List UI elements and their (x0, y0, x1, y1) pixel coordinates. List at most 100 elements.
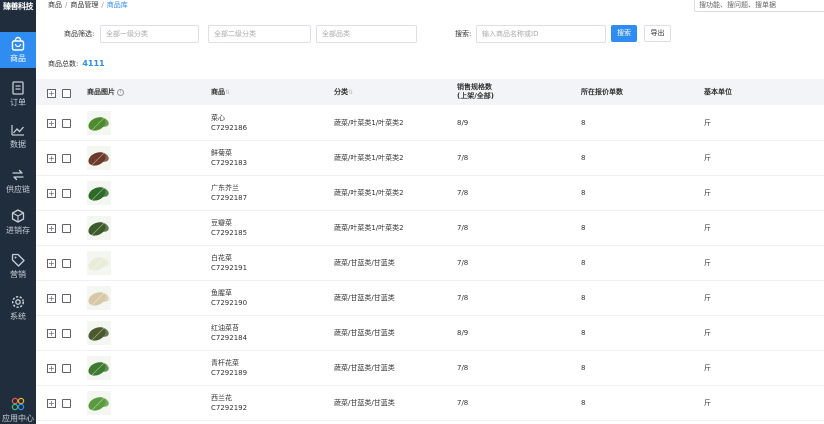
base-unit: 斤 (704, 329, 711, 337)
base-unit: 斤 (704, 364, 711, 372)
row-checkbox[interactable] (62, 399, 71, 408)
sidebar-item-label: 订单 (10, 98, 26, 107)
sidebar-item-orders[interactable]: 订单 (0, 76, 36, 112)
table-row[interactable]: + 鱼腥草 C7292190 蔬菜/甘蓝类/甘蓝类 7/8 8 斤 (36, 281, 824, 316)
breadcrumb-item[interactable]: 商品管理 (70, 1, 98, 9)
row-checkbox[interactable] (62, 294, 71, 303)
category-level2-input[interactable] (209, 26, 310, 42)
sidebar: 臻善科技 商品 订单 数据 供应链 进销存 营销 系统 应用中心 (0, 0, 36, 424)
column-header-product[interactable]: 商品⇅ (211, 88, 230, 97)
expand-row-button[interactable]: + (47, 189, 56, 198)
product-thumbnail (87, 216, 111, 240)
quote-count: 8 (581, 329, 586, 337)
product-type-input[interactable] (317, 26, 416, 42)
column-header-unit: 基本单位 (704, 88, 732, 96)
table-row[interactable]: + 红油菜苔 C7292184 蔬菜/甘蓝类/甘蓝类 8/9 8 斤 (36, 316, 824, 351)
select-all-checkbox[interactable] (62, 89, 71, 98)
global-search-input[interactable] (695, 0, 824, 11)
product-category: 蔬菜/叶菜类1/叶菜类2 (334, 119, 404, 127)
product-code: C7292184 (211, 334, 248, 342)
box-icon (11, 209, 25, 223)
category-level1-input[interactable] (101, 26, 198, 42)
category-level2-select[interactable] (208, 25, 311, 43)
spec-count: 8/9 (457, 329, 469, 337)
sidebar-item-label: 系统 (10, 312, 26, 321)
bag-icon (11, 36, 25, 51)
keyword-search-input[interactable] (477, 26, 605, 42)
export-button[interactable]: 导出 (644, 25, 671, 42)
row-checkbox[interactable] (62, 329, 71, 338)
sidebar-item-label: 进销存 (6, 226, 30, 235)
expand-row-button[interactable]: + (47, 294, 56, 303)
product-thumbnail (87, 181, 111, 205)
quote-count: 8 (581, 224, 586, 232)
row-checkbox[interactable] (62, 189, 71, 198)
base-unit: 斤 (704, 224, 711, 232)
table-row[interactable]: + 菜心 C7292186 蔬菜/叶菜类1/叶菜类2 8/9 8 斤 (36, 106, 824, 141)
expand-row-button[interactable]: + (47, 329, 56, 338)
expand-row-button[interactable]: + (47, 364, 56, 373)
product-thumbnail (87, 321, 111, 345)
breadcrumb-item[interactable]: 商品 (48, 1, 62, 9)
product-name: 西兰花 (211, 394, 232, 402)
product-category: 蔬菜/甘蓝类/甘蓝类 (334, 329, 395, 337)
quote-count: 8 (581, 189, 586, 197)
expand-all-button[interactable]: + (47, 89, 56, 98)
row-checkbox[interactable] (62, 364, 71, 373)
table-row[interactable]: + 西兰花 C7292192 蔬菜/甘蓝类/甘蓝类 7/8 8 斤 (36, 386, 824, 421)
quote-count: 8 (581, 154, 586, 162)
row-checkbox[interactable] (62, 224, 71, 233)
row-checkbox[interactable] (62, 119, 71, 128)
category-level1-select[interactable] (100, 25, 199, 43)
table-row[interactable]: + 鲜菊菜 C7292183 蔬菜/叶菜类1/叶菜类2 7/8 8 斤 (36, 141, 824, 176)
product-thumbnail (87, 146, 111, 170)
product-total-label: 商品总数: (48, 60, 79, 68)
product-name: 鱼腥草 (211, 289, 232, 297)
exchange-icon (12, 169, 24, 181)
table-row[interactable]: + 白花菜 C7292191 蔬菜/甘蓝类/甘蓝类 7/8 8 斤 (36, 246, 824, 281)
quote-count: 8 (581, 364, 586, 372)
expand-row-button[interactable]: + (47, 259, 56, 268)
row-checkbox[interactable] (62, 259, 71, 268)
sidebar-item-system[interactable]: 系统 (0, 290, 36, 326)
product-total-count: 4111 (82, 59, 105, 68)
product-code: C7292190 (211, 299, 248, 307)
quote-count: 8 (581, 119, 586, 127)
product-code: C7292186 (211, 124, 248, 132)
expand-row-button[interactable]: + (47, 119, 56, 128)
sidebar-item-supply-chain[interactable]: 供应链 (0, 163, 36, 199)
product-name: 红油菜苔 (211, 324, 239, 332)
sidebar-item-marketing[interactable]: 营销 (0, 248, 36, 284)
table-row[interactable]: + 豆瓣菜 C7292185 蔬菜/叶菜类1/叶菜类2 7/8 8 斤 (36, 211, 824, 246)
expand-row-button[interactable]: + (47, 224, 56, 233)
row-checkbox[interactable] (62, 154, 71, 163)
sidebar-item-goods[interactable]: 商品 (0, 32, 36, 68)
expand-row-button[interactable]: + (47, 154, 56, 163)
table-row[interactable]: + 广东芥兰 C7292187 蔬菜/叶菜类1/叶菜类2 7/8 8 斤 (36, 176, 824, 211)
table-row[interactable]: + 青杆花菜 C7292189 蔬菜/甘蓝类/甘蓝类 7/8 8 斤 (36, 351, 824, 386)
base-unit: 斤 (704, 294, 711, 302)
sidebar-item-label: 数据 (10, 140, 26, 149)
sidebar-item-inventory[interactable]: 进销存 (0, 204, 36, 240)
product-category: 蔬菜/甘蓝类/甘蓝类 (334, 399, 395, 407)
column-header-category[interactable]: 分类⇅ (334, 88, 353, 97)
product-category: 蔬菜/甘蓝类/甘蓝类 (334, 259, 395, 267)
expand-row-button[interactable]: + (47, 399, 56, 408)
breadcrumb-current: 商品库 (106, 1, 128, 9)
search-button[interactable]: 搜索 (611, 25, 637, 42)
global-search[interactable] (694, 0, 824, 12)
spec-count: 7/8 (457, 154, 469, 162)
spec-count: 8/9 (457, 119, 469, 127)
sidebar-item-app-center[interactable]: 应用中心 (0, 392, 36, 424)
keyword-search[interactable] (476, 25, 606, 43)
sidebar-item-data[interactable]: 数据 (0, 118, 36, 154)
sidebar-item-label: 供应链 (6, 185, 30, 194)
product-code: C7292187 (211, 194, 248, 202)
spec-count: 7/8 (457, 189, 469, 197)
info-icon[interactable]: i (117, 88, 124, 96)
spec-count: 7/8 (457, 224, 469, 232)
product-type-select[interactable] (316, 25, 417, 43)
product-category: 蔬菜/叶菜类1/叶菜类2 (334, 154, 404, 162)
product-code: C7292191 (211, 264, 248, 272)
product-name: 白花菜 (211, 254, 232, 262)
